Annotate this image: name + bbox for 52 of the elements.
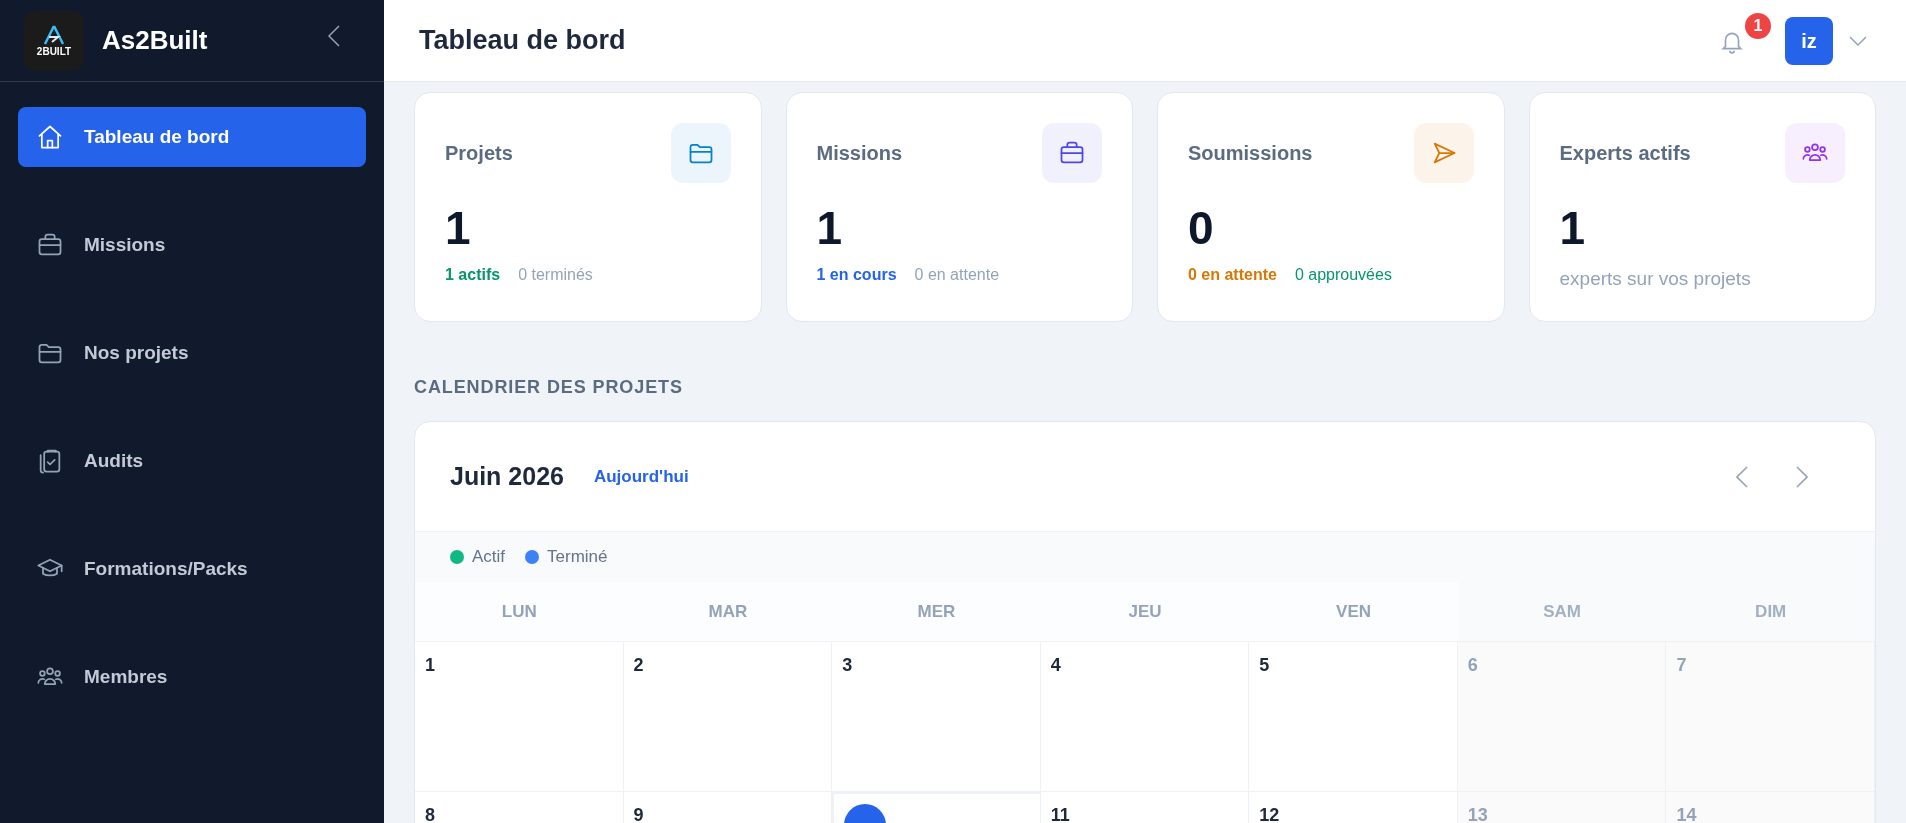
day-number: 6 bbox=[1467, 655, 1478, 675]
stat-detail: 1 actifs bbox=[445, 265, 501, 285]
dropdown-chevron-icon[interactable] bbox=[1849, 35, 1867, 46]
day-number: 1 bbox=[425, 655, 435, 675]
day-number: 12 bbox=[1259, 805, 1280, 823]
day-number: 5 bbox=[1259, 655, 1270, 675]
home-icon bbox=[36, 123, 64, 151]
day-number: 9 bbox=[633, 805, 644, 823]
day-number: 14 bbox=[1676, 805, 1697, 823]
brand-name: As2Built bbox=[102, 24, 208, 57]
day-number: 13 bbox=[1467, 805, 1488, 823]
stat-detail: 0 terminés bbox=[518, 265, 593, 285]
stat-value: 1 bbox=[445, 205, 472, 251]
stat-detail: 0 en attente bbox=[914, 265, 1000, 285]
stat-detail: 0 en attente bbox=[1188, 265, 1277, 285]
user-avatar[interactable]: iz bbox=[1785, 16, 1833, 65]
chevron-right-icon bbox=[1796, 465, 1808, 488]
sidebar-item[interactable]: Missions bbox=[18, 215, 366, 275]
stat-caption: experts sur vos projets bbox=[1559, 267, 1752, 291]
day-number: 3 bbox=[842, 655, 853, 675]
section-title: CALENDRIER DES PROJETS bbox=[414, 376, 684, 399]
weekday-header: DIM bbox=[1666, 582, 1875, 641]
day-number: 4 bbox=[1050, 655, 1061, 675]
month-title: Juin 2026 bbox=[450, 460, 564, 492]
stat-label: Projets bbox=[445, 141, 513, 166]
sidebar-item[interactable]: Formations/Packs bbox=[18, 539, 366, 599]
legend-label: Actif bbox=[472, 546, 506, 569]
stat-value: 0 bbox=[1188, 205, 1215, 251]
day-number: 8 bbox=[425, 805, 435, 823]
stat-label: Experts actifs bbox=[1559, 141, 1691, 166]
stat-label: Soumissions bbox=[1188, 141, 1313, 166]
collapse-chevron-icon[interactable] bbox=[328, 24, 340, 47]
sidebar-item[interactable]: Membres bbox=[18, 647, 366, 707]
notification-count: 1 bbox=[1745, 12, 1771, 39]
chevron-left-icon bbox=[1736, 465, 1748, 488]
today-link[interactable]: Aujourd'hui bbox=[593, 463, 689, 490]
sidebar-item[interactable]: Tableau de bord bbox=[18, 107, 366, 167]
sidebar-item[interactable]: Nos projets bbox=[18, 323, 366, 383]
logo-mark-icon bbox=[43, 24, 65, 45]
day-number: 7 bbox=[1676, 655, 1687, 675]
sidebar-item[interactable]: Audits bbox=[18, 431, 366, 491]
stat-label: Missions bbox=[816, 141, 903, 166]
page-title: Tableau de bord bbox=[419, 24, 626, 58]
legend-label: Terminé bbox=[547, 546, 608, 569]
stat-detail: 1 en cours bbox=[816, 265, 897, 285]
logo-text: 2BUILT bbox=[36, 46, 72, 57]
stat-value: 1 bbox=[816, 205, 844, 251]
day-number: 11 bbox=[1050, 805, 1070, 823]
stat-value: 1 bbox=[1559, 205, 1587, 251]
stat-detail: 0 approuvées bbox=[1294, 265, 1392, 285]
day-number: 2 bbox=[633, 655, 644, 675]
weekday-header: SAM bbox=[1457, 582, 1667, 641]
